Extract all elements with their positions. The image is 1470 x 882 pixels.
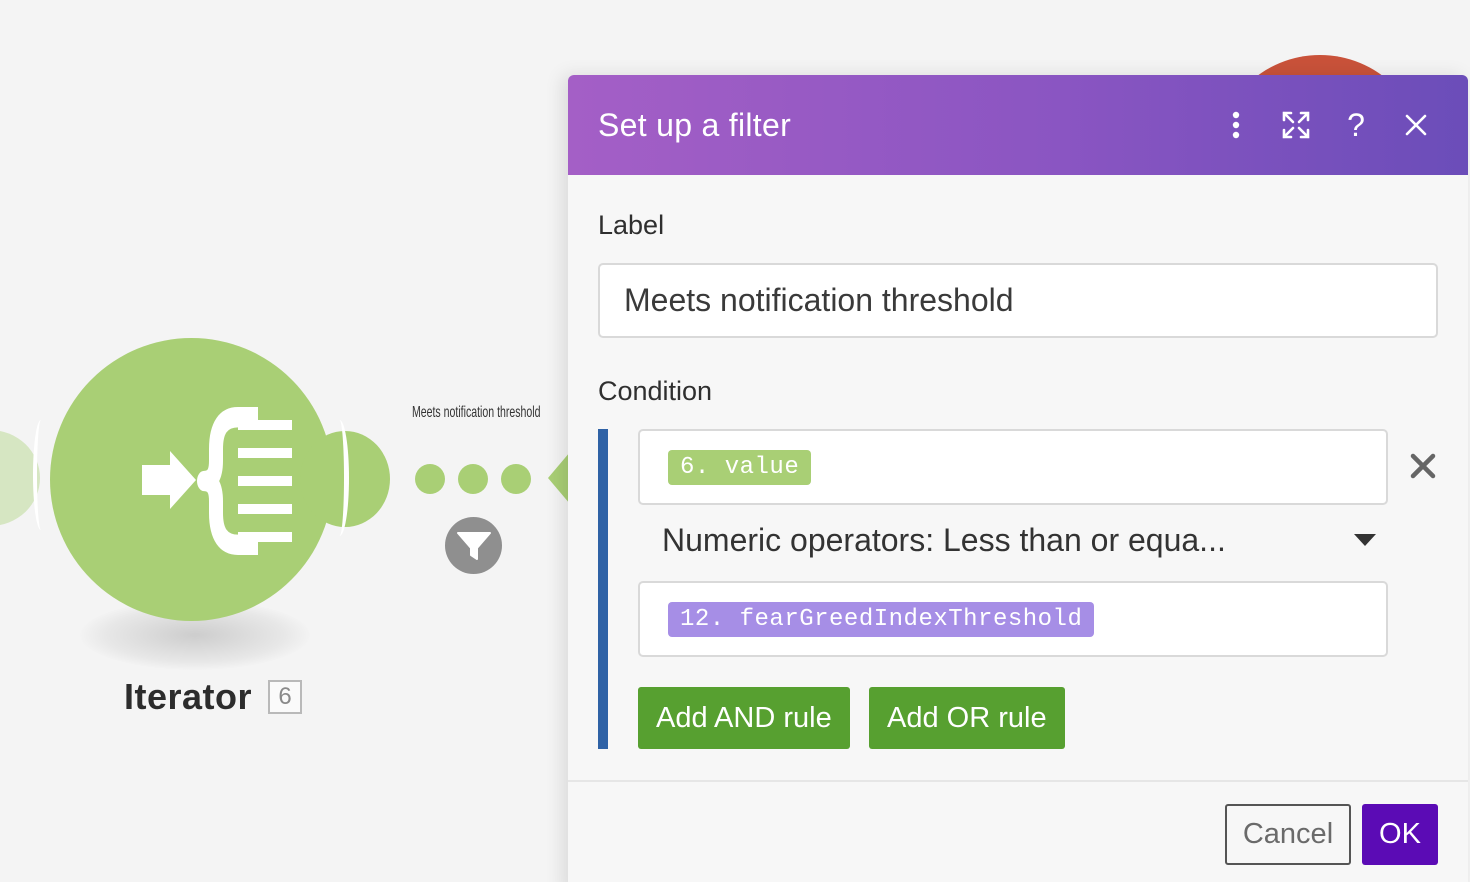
route-dot bbox=[458, 464, 488, 494]
filter-dialog: Set up a filter ? Label Meets notificati… bbox=[568, 75, 1468, 882]
help-icon: ? bbox=[1347, 107, 1365, 143]
route-dot bbox=[501, 464, 531, 494]
scenario-canvas: Iterator 6 Meets notification threshold … bbox=[0, 0, 1470, 882]
more-vertical-icon bbox=[1232, 111, 1240, 139]
remove-rule-button[interactable] bbox=[1406, 449, 1440, 483]
filter-button[interactable] bbox=[445, 517, 502, 574]
route-dot bbox=[415, 464, 445, 494]
label-field-label: Label bbox=[598, 210, 665, 240]
variable-pill[interactable]: 12. fearGreedIndexThreshold bbox=[668, 601, 1095, 637]
header-icons: ? bbox=[1206, 75, 1468, 175]
operator-select[interactable]: Numeric operators: Less than or equa... bbox=[662, 515, 1382, 565]
add-or-rule-button[interactable]: Add OR rule bbox=[869, 687, 1065, 749]
remove-rule-x-icon bbox=[1410, 453, 1436, 479]
module-id-badge: 6 bbox=[268, 680, 303, 714]
condition-label: Condition bbox=[598, 376, 713, 406]
module-name[interactable]: Iterator bbox=[124, 676, 252, 718]
variable-pill[interactable]: 6. value bbox=[668, 449, 812, 485]
close-button[interactable] bbox=[1386, 95, 1446, 155]
help-button[interactable]: ? bbox=[1326, 95, 1386, 155]
left-operand-field[interactable]: 6. value bbox=[638, 429, 1388, 505]
add-and-rule-button[interactable]: Add AND rule bbox=[638, 687, 850, 749]
label-input[interactable] bbox=[598, 263, 1438, 338]
expand-icon bbox=[1282, 111, 1310, 139]
cancel-button[interactable]: Cancel bbox=[1225, 804, 1351, 865]
right-operand-field[interactable]: 12. fearGreedIndexThreshold bbox=[638, 581, 1388, 657]
ok-button[interactable]: OK bbox=[1362, 804, 1438, 865]
iterator-icon bbox=[141, 406, 292, 555]
operator-value: Numeric operators: Less than or equa... bbox=[662, 521, 1226, 558]
module-name-row: Iterator 6 bbox=[124, 676, 303, 718]
more-options-button[interactable] bbox=[1206, 95, 1266, 155]
route-arrow bbox=[548, 452, 570, 504]
iterator-module[interactable] bbox=[50, 338, 333, 621]
route-filter-label[interactable]: Meets notification threshold bbox=[412, 404, 541, 422]
expand-button[interactable] bbox=[1266, 95, 1326, 155]
footer-divider bbox=[568, 780, 1468, 782]
chevron-down-icon bbox=[1354, 534, 1376, 546]
close-icon bbox=[1405, 114, 1427, 136]
output-connector-ring bbox=[330, 420, 349, 536]
dialog-title: Set up a filter bbox=[598, 106, 792, 143]
dialog-header: Set up a filter ? bbox=[568, 75, 1468, 175]
condition-group-bar bbox=[598, 429, 608, 749]
filter-funnel-icon bbox=[456, 531, 491, 560]
connector-ring bbox=[33, 420, 49, 530]
